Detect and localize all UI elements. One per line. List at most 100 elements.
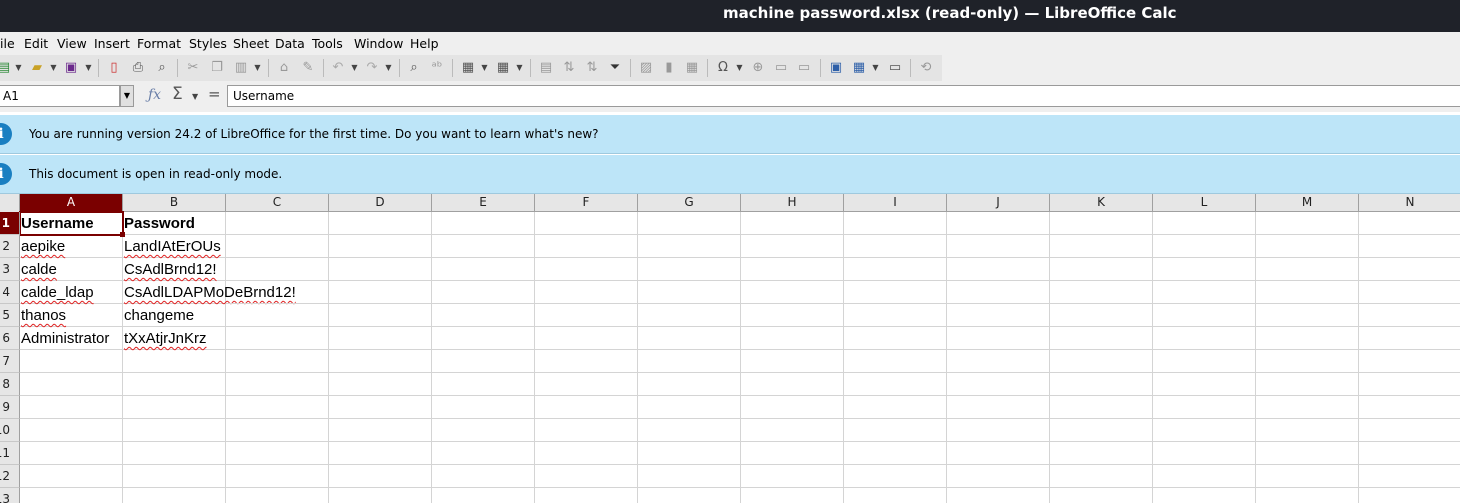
cell-m3[interactable] [1256,258,1359,281]
cell-d5[interactable] [329,304,432,327]
cell-k7[interactable] [1050,350,1153,373]
cell-g4[interactable] [638,281,741,304]
name-box-dropdown-icon[interactable]: ▼ [120,85,134,107]
column-header-c[interactable]: C [226,194,329,212]
copy-icon[interactable]: ❐ [209,60,225,76]
sort-ascending-icon[interactable]: ⇅ [561,60,577,76]
cell-j6[interactable] [947,327,1050,350]
cell-c11[interactable] [226,442,329,465]
cell-g9[interactable] [638,396,741,419]
cell-m12[interactable] [1256,465,1359,488]
cell-l11[interactable] [1153,442,1256,465]
print-icon[interactable]: ⎙ [130,60,146,76]
cell-j2[interactable] [947,235,1050,258]
chevron-down-icon[interactable]: ▼ [85,63,92,73]
cell-d8[interactable] [329,373,432,396]
cell-l9[interactable] [1153,396,1256,419]
cell-k12[interactable] [1050,465,1153,488]
function-wizard-icon[interactable]: ƒx [148,87,161,103]
row-header-8[interactable]: 8 [0,373,20,396]
row-header-12[interactable]: 12 [0,465,20,488]
cell-l13[interactable] [1153,488,1256,503]
undo-icon[interactable]: ↶ [330,60,346,76]
cell-h8[interactable] [741,373,844,396]
headers-footers-icon[interactable]: ▭ [796,60,812,76]
cell-g13[interactable] [638,488,741,503]
cell-i7[interactable] [844,350,947,373]
define-print-area-icon[interactable]: ▣ [828,60,844,76]
chevron-down-icon[interactable]: ▼ [736,63,743,73]
cell-m9[interactable] [1256,396,1359,419]
menu-view[interactable]: View [57,36,87,51]
column-header-f[interactable]: F [535,194,638,212]
print-preview-icon[interactable]: ⌕ [154,60,170,76]
column-icon[interactable]: ▦ [495,60,511,76]
cell-n12[interactable] [1359,465,1460,488]
cell-c6[interactable] [226,327,329,350]
cell-b7[interactable] [123,350,226,373]
cell-j3[interactable] [947,258,1050,281]
cell-e4[interactable] [432,281,535,304]
autofilter-icon[interactable]: ⏷ [607,60,623,76]
menu-file[interactable]: ile [0,36,15,51]
cell-j11[interactable] [947,442,1050,465]
cell-l4[interactable] [1153,281,1256,304]
cell-h11[interactable] [741,442,844,465]
cell-n3[interactable] [1359,258,1460,281]
row-header-13[interactable]: 13 [0,488,20,503]
cell-d6[interactable] [329,327,432,350]
cell-b10[interactable] [123,419,226,442]
cell-k6[interactable] [1050,327,1153,350]
cell-c9[interactable] [226,396,329,419]
cell-j10[interactable] [947,419,1050,442]
cell-n2[interactable] [1359,235,1460,258]
chevron-down-icon[interactable]: ▼ [385,63,392,73]
paste-icon[interactable]: ▥ [233,60,249,76]
cell-c4[interactable] [226,281,329,304]
cell-h4[interactable] [741,281,844,304]
name-box[interactable]: A1 [0,85,120,107]
cell-f8[interactable] [535,373,638,396]
row-header-7[interactable]: 7 [0,350,20,373]
cell-e5[interactable] [432,304,535,327]
cell-j13[interactable] [947,488,1050,503]
cell-h6[interactable] [741,327,844,350]
column-header-i[interactable]: I [844,194,947,212]
cell-m1[interactable] [1256,212,1359,235]
cell-b8[interactable] [123,373,226,396]
menu-tools[interactable]: Tools [312,36,343,51]
cell-j12[interactable] [947,465,1050,488]
cell-g3[interactable] [638,258,741,281]
cell-g7[interactable] [638,350,741,373]
cell-l8[interactable] [1153,373,1256,396]
fill-handle[interactable] [120,232,125,237]
cell-e8[interactable] [432,373,535,396]
comment-icon[interactable]: ▭ [773,60,789,76]
menu-edit[interactable]: Edit [24,36,48,51]
export-pdf-icon[interactable]: ▯ [106,60,122,76]
cell-k11[interactable] [1050,442,1153,465]
cell-a11[interactable] [20,442,123,465]
cell-d7[interactable] [329,350,432,373]
cell-i12[interactable] [844,465,947,488]
cell-m11[interactable] [1256,442,1359,465]
cell-f2[interactable] [535,235,638,258]
cell-n8[interactable] [1359,373,1460,396]
save-icon[interactable]: ▣ [63,60,79,76]
row-header-5[interactable]: 5 [0,304,20,327]
cell-l3[interactable] [1153,258,1256,281]
chevron-down-icon[interactable]: ▼ [351,63,358,73]
redo-icon[interactable]: ↷ [364,60,380,76]
cell-f10[interactable] [535,419,638,442]
cell-k2[interactable] [1050,235,1153,258]
cell-l12[interactable] [1153,465,1256,488]
chevron-down-icon[interactable]: ▼ [15,63,22,73]
menu-window[interactable]: Window [354,36,403,51]
cell-h12[interactable] [741,465,844,488]
cell-j8[interactable] [947,373,1050,396]
cell-g2[interactable] [638,235,741,258]
cell-h13[interactable] [741,488,844,503]
cell-k10[interactable] [1050,419,1153,442]
cell-k13[interactable] [1050,488,1153,503]
column-header-d[interactable]: D [329,194,432,212]
